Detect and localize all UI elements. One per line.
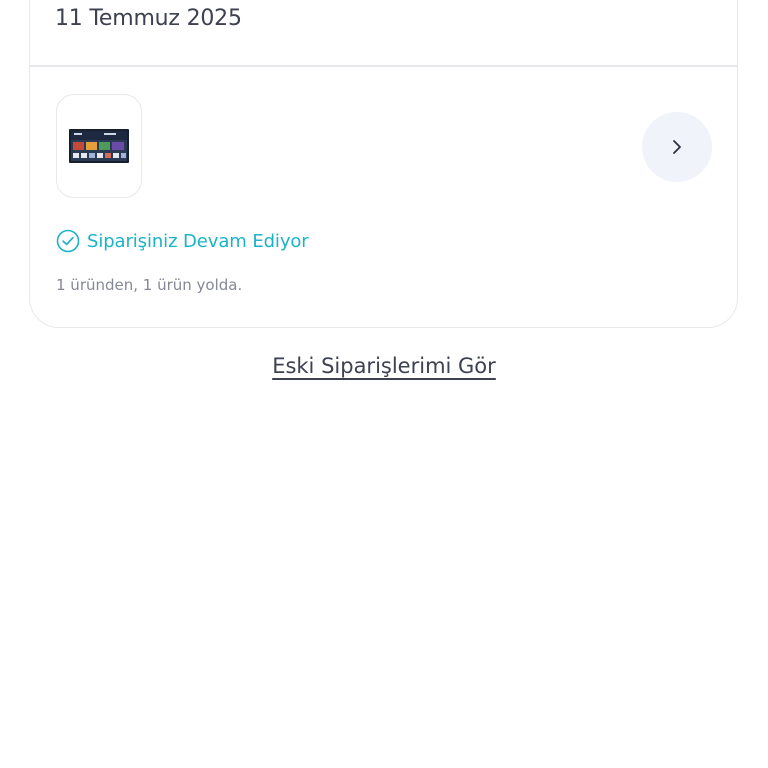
order-date: 11 Temmuz 2025 [55, 6, 242, 31]
chevron-right-icon [673, 140, 681, 154]
order-status-text: Siparişiniz Devam Ediyor [87, 230, 309, 252]
check-circle-icon [56, 229, 80, 253]
orders-page: 11 Temmuz 2025 Siparişiniz Devam Ediyor … [0, 0, 768, 768]
product-thumbnail[interactable] [56, 94, 142, 198]
tv-product-icon [69, 129, 129, 163]
order-status: Siparişiniz Devam Ediyor [56, 229, 309, 253]
old-orders-link[interactable]: Eski Siparişlerimi Gör [0, 354, 768, 378]
delivery-summary: 1 üründen, 1 ürün yolda. [56, 276, 243, 294]
card-divider [30, 65, 737, 67]
order-detail-button[interactable] [642, 112, 712, 182]
